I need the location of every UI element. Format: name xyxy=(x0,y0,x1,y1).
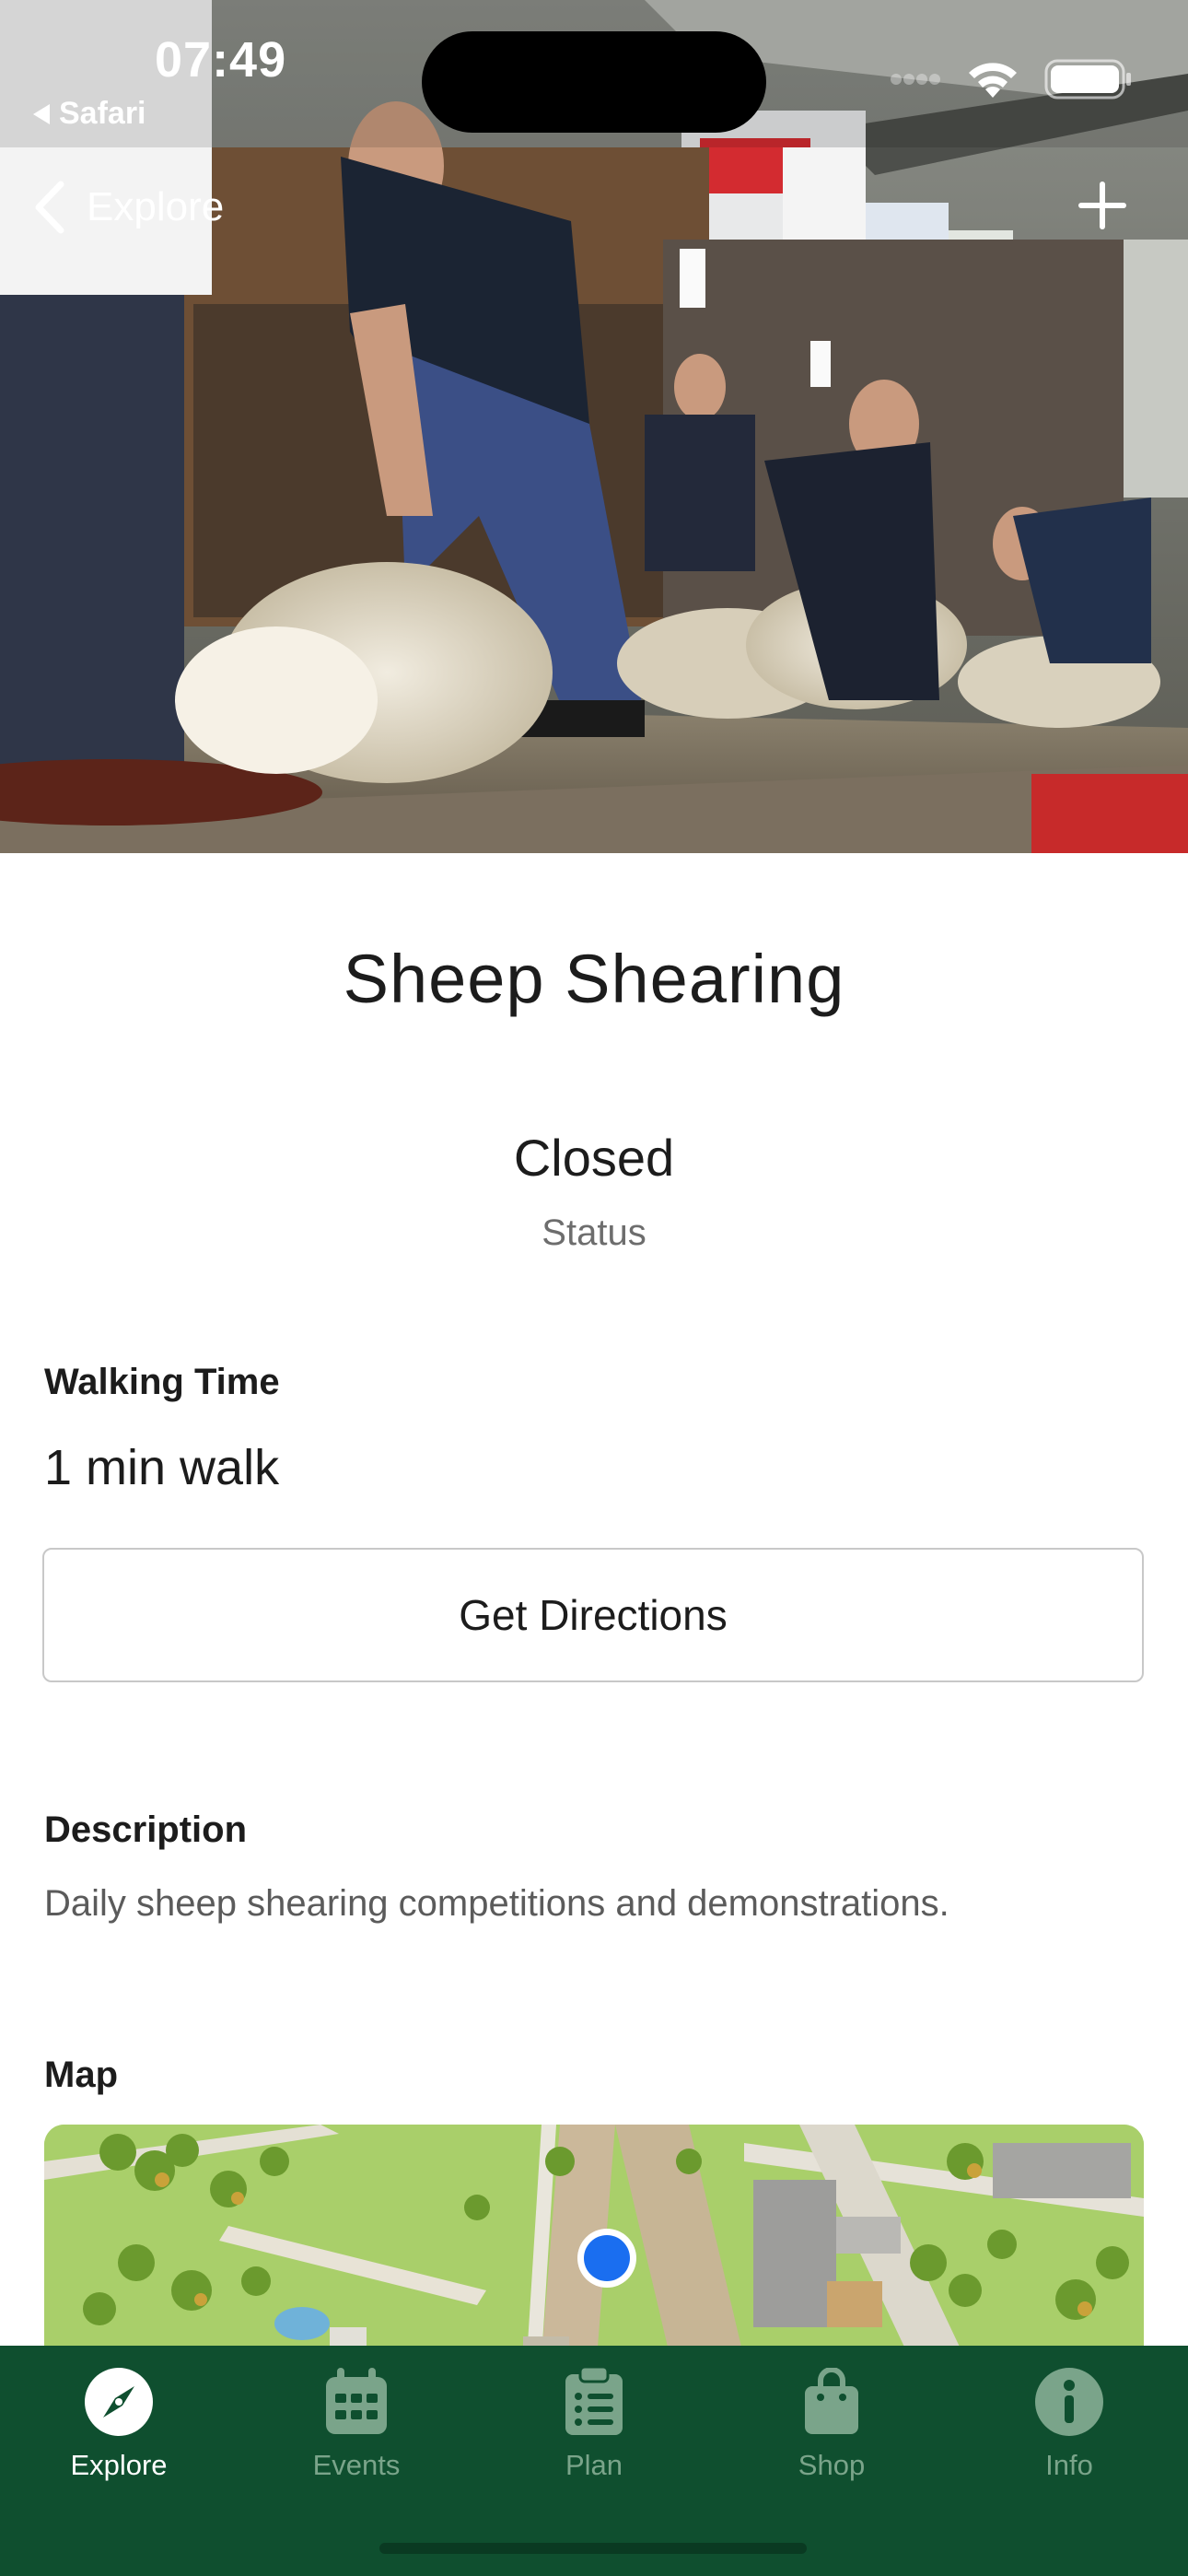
wifi-icon xyxy=(969,63,1017,98)
map-heading: Map xyxy=(44,2055,118,2095)
back-label: Explore xyxy=(87,184,225,229)
tab-label-plan: Plan xyxy=(565,2449,623,2481)
home-indicator xyxy=(379,2543,807,2554)
tab-label-info: Info xyxy=(1045,2449,1093,2481)
signal-icon xyxy=(891,74,940,85)
get-directions-button[interactable]: Get Directions xyxy=(42,1548,1144,1682)
tab-info[interactable]: Info xyxy=(950,2346,1188,2530)
tab-events[interactable]: Events xyxy=(238,2346,475,2530)
status-value: Closed xyxy=(513,1129,675,1187)
dynamic-island xyxy=(422,31,766,133)
add-to-plan-plus-icon[interactable] xyxy=(1077,181,1127,230)
back-button[interactable]: Explore xyxy=(33,181,224,234)
tab-explore[interactable]: Explore xyxy=(0,2346,238,2530)
battery-icon xyxy=(1044,59,1131,100)
back-app-label: Safari xyxy=(59,96,146,131)
page-title: Sheep Shearing xyxy=(343,941,845,1017)
description-text: Daily sheep shearing competitions and de… xyxy=(44,1883,949,1924)
walking-time-value: 1 min walk xyxy=(44,1440,280,1495)
tab-label-shop: Shop xyxy=(798,2449,866,2481)
tab-bar: Explore Events Plan Shop Info xyxy=(0,2346,1188,2576)
clipboard-icon xyxy=(565,2367,623,2435)
tab-plan[interactable]: Plan xyxy=(475,2346,713,2530)
tab-shop[interactable]: Shop xyxy=(713,2346,950,2530)
walking-time-heading: Walking Time xyxy=(44,1362,280,1402)
back-triangle-icon xyxy=(33,103,50,124)
status-time: 07:49 xyxy=(155,32,287,88)
status-label: Status xyxy=(542,1212,646,1253)
tab-label-events: Events xyxy=(312,2449,401,2481)
chevron-left-icon xyxy=(35,181,64,234)
tab-label-explore: Explore xyxy=(70,2449,168,2481)
description-heading: Description xyxy=(44,1809,248,1850)
compass-icon xyxy=(85,2368,153,2436)
calendar-icon xyxy=(326,2368,387,2434)
location-map[interactable] xyxy=(44,2125,1144,2359)
back-to-app-link[interactable]: Safari xyxy=(33,96,146,132)
info-icon xyxy=(1035,2368,1103,2436)
status-bar: 07:49 Safari xyxy=(0,0,1188,138)
current-location-dot xyxy=(584,2235,630,2281)
shopping-bag-icon xyxy=(805,2368,858,2434)
status-icons xyxy=(890,59,1133,100)
